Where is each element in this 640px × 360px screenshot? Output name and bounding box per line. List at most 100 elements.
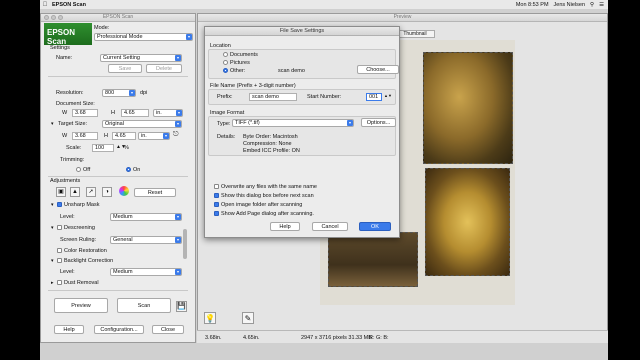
tone-curve-icon[interactable]: ➚ [86,187,96,197]
dialog-help-button[interactable]: Help [270,222,300,231]
options-button[interactable]: Options... [361,118,396,127]
minimize-window-icon[interactable] [51,15,56,20]
save-setting-button[interactable]: Save [108,64,142,73]
tab-thumbnail[interactable]: Thumbnail [395,30,435,38]
target-size-value: Original [105,121,124,127]
status-pixels: 2947 x 3716 pixels 31.33 MB [301,335,372,341]
settings-scrollbar[interactable] [183,229,187,259]
delete-setting-button[interactable]: Delete [146,64,182,73]
menu-app-name[interactable]: EPSON Scan [52,2,86,8]
clock[interactable]: Mon 8:53 PM [516,2,549,8]
preview-photo[interactable] [328,232,418,287]
epson-window-title: EPSON Scan [102,14,134,20]
backlight-level-label: Level: [60,269,75,275]
search-icon[interactable]: ⚲ [590,2,594,8]
dust-removal-checkbox[interactable] [57,280,62,285]
choose-button[interactable]: Choose... [357,65,399,74]
chevron-down-icon: ▾ [186,34,192,40]
configuration-button[interactable]: Configuration... [94,325,144,334]
location-documents-radio[interactable] [223,52,228,57]
start-number-input[interactable]: 001 [366,93,382,101]
doc-unit-select[interactable]: in. ▾ [153,109,183,117]
menu-list-icon[interactable]: ☰ [599,2,604,8]
disclosure-triangle-icon[interactable]: ▾ [51,121,54,127]
scale-field[interactable]: 100 [92,144,114,152]
details-label: Details: [217,134,236,140]
chevron-down-icon: ▾ [347,120,353,126]
scale-unit: % [124,145,129,151]
type-select[interactable]: TIFF (*.tif) ▾ [232,119,354,127]
doc-width-field[interactable]: 3.68 [72,109,98,117]
file-save-settings-icon[interactable]: 💾 [176,301,187,312]
location-other-path: scan demo [278,68,305,74]
chevron-down-icon: ▾ [175,121,181,127]
overwrite-checkbox[interactable] [214,184,219,189]
name-select[interactable]: Current Setting ▾ [100,54,182,62]
auto-exposure-icon[interactable]: ▣ [56,187,66,197]
preview-button[interactable]: Preview [54,298,108,313]
mode-select[interactable]: Professional Mode ▾ [94,33,193,41]
stepper-icon[interactable]: ▲▼ [384,93,392,98]
descreening-checkbox[interactable] [57,225,62,230]
reset-button[interactable]: Reset [134,188,176,197]
location-other-radio[interactable] [223,68,228,73]
target-height-field[interactable]: 4.65 [112,132,136,140]
help-button[interactable]: Help [54,325,84,334]
chevron-down-icon: ▾ [175,237,181,243]
scan-button[interactable]: Scan [117,298,171,313]
show-dialog-checkbox[interactable] [214,193,219,198]
trim-on-radio[interactable] [126,167,131,172]
doc-height-field[interactable]: 4.65 [121,109,149,117]
histogram-icon[interactable]: ▲ [70,187,80,197]
settings-heading: Settings [50,45,70,51]
dialog-ok-button[interactable]: OK [359,222,391,231]
preview-photo[interactable] [425,168,510,276]
help-bulb-icon[interactable]: 💡 [204,312,216,324]
show-add-page-label: Show Add Page dialog after scanning. [221,211,314,217]
scale-label: Scale: [66,145,82,151]
open-folder-checkbox[interactable] [214,202,219,207]
document-size-label: Document Size: [56,101,95,107]
chevron-down-icon: ▾ [129,90,135,96]
divider [48,290,188,291]
target-width-field[interactable]: 3.68 [72,132,98,140]
dialog-cancel-button[interactable]: Cancel [312,222,348,231]
color-restoration-checkbox[interactable] [57,248,62,253]
resolution-value: 800 [105,90,115,96]
backlight-level-select[interactable]: Medium ▾ [110,268,182,276]
disclosure-triangle-icon[interactable]: ▾ [51,225,54,231]
unsharp-level-select[interactable]: Medium ▾ [110,213,182,221]
status-width: 3.68in. [205,335,222,341]
disclosure-triangle-icon[interactable]: ▾ [51,258,54,264]
prefix-input[interactable]: scan demo [249,93,297,101]
type-label: Type: [217,121,231,127]
dust-removal-label: Dust Removal [64,280,99,286]
detail-icc-profile: Embed ICC Profile: ON [243,148,300,154]
lock-icon[interactable]: ⎋ [173,131,179,139]
location-pictures-radio[interactable] [223,60,228,65]
zoom-window-icon[interactable] [58,15,63,20]
backlight-correction-checkbox[interactable] [57,258,62,263]
unsharp-mask-checkbox[interactable] [57,202,62,207]
trim-off-radio[interactable] [76,167,81,172]
preview-photo[interactable] [423,52,513,164]
preview-window-title: Preview [393,14,412,20]
target-unit-select[interactable]: in. ▾ [138,132,170,140]
target-size-select[interactable]: Original ▾ [102,120,182,128]
close-window-icon[interactable] [44,15,49,20]
user-name[interactable]: Jens Nielsen [554,2,586,8]
color-palette-icon[interactable] [119,186,129,196]
disclosure-triangle-icon[interactable]: ▾ [51,202,54,208]
marquee-tool-icon[interactable]: ✎ [242,312,254,324]
screen-ruling-select[interactable]: General ▾ [110,236,182,244]
resolution-select[interactable]: 800 ▾ [102,89,136,97]
image-adjust-icon[interactable]: ◑ [102,187,112,197]
disclosure-triangle-icon[interactable]: ▸ [51,280,54,286]
adjustments-heading: Adjustments [50,178,81,184]
logo-text: EPSON Scan [47,28,76,46]
apple-icon[interactable]:  [40,2,50,8]
show-add-page-checkbox[interactable] [214,211,219,216]
unsharp-mask-label: Unsharp Mask [64,202,100,208]
close-button[interactable]: Close [152,325,184,334]
start-number-label: Start Number: [307,94,342,100]
